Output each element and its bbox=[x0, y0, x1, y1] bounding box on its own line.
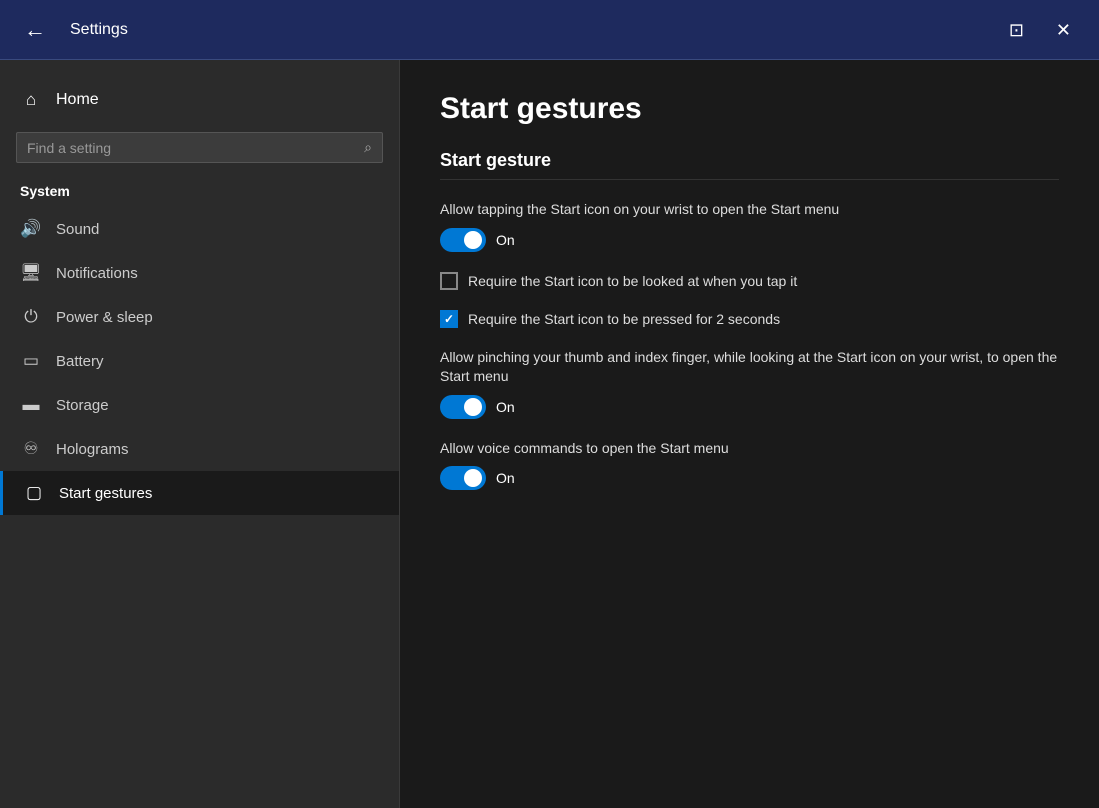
search-input[interactable] bbox=[27, 140, 356, 156]
holograms-icon: ♾ bbox=[20, 439, 42, 459]
sound-icon: 🔊 bbox=[20, 219, 42, 239]
power-icon: ⏻ bbox=[20, 307, 42, 327]
sidebar-item-label: Sound bbox=[56, 221, 99, 238]
sidebar-item-home[interactable]: ⌂ Home bbox=[0, 80, 399, 120]
pinch-desc: Allow pinching your thumb and index fing… bbox=[440, 348, 1059, 387]
restore-button[interactable]: ⊡ bbox=[997, 17, 1036, 43]
sidebar-item-power[interactable]: ⏻ Power & sleep bbox=[0, 295, 399, 339]
close-button[interactable]: ✕ bbox=[1044, 17, 1083, 43]
sidebar-item-label: Holograms bbox=[56, 441, 129, 458]
titlebar-title: Settings bbox=[70, 21, 997, 39]
sidebar: ⌂ Home ⌕ System 🔊 Sound 🖥 Notifications … bbox=[0, 60, 400, 808]
search-icon: ⌕ bbox=[364, 139, 372, 156]
page-title: Start gestures bbox=[440, 92, 1059, 126]
voice-toggle-label: On bbox=[496, 470, 515, 486]
sidebar-item-label: Battery bbox=[56, 353, 104, 370]
tap-start-toggle[interactable] bbox=[440, 228, 486, 252]
setting-pinch: Allow pinching your thumb and index fing… bbox=[440, 348, 1059, 419]
pinch-toggle-row: On bbox=[440, 395, 1059, 419]
system-section-label: System bbox=[0, 175, 399, 207]
sidebar-item-holograms[interactable]: ♾ Holograms bbox=[0, 427, 399, 471]
press-2s-checkbox-row: Require the Start icon to be pressed for… bbox=[440, 310, 1059, 328]
tap-start-toggle-row: On bbox=[440, 228, 1059, 252]
titlebar-controls: ⊡ ✕ bbox=[997, 17, 1083, 43]
voice-toggle[interactable] bbox=[440, 466, 486, 490]
sidebar-item-storage[interactable]: ▬ Storage bbox=[0, 383, 399, 427]
setting-tap-start: Allow tapping the Start icon on your wri… bbox=[440, 200, 1059, 252]
home-icon: ⌂ bbox=[20, 90, 42, 110]
setting-press-2s: Require the Start icon to be pressed for… bbox=[440, 310, 1059, 328]
pinch-toggle-label: On bbox=[496, 399, 515, 415]
voice-desc: Allow voice commands to open the Start m… bbox=[440, 439, 1059, 459]
sidebar-item-label: Power & sleep bbox=[56, 309, 153, 326]
sidebar-search: ⌕ bbox=[16, 132, 383, 163]
sidebar-item-start-gestures[interactable]: ▢ Start gestures bbox=[0, 471, 399, 515]
tap-start-desc: Allow tapping the Start icon on your wri… bbox=[440, 200, 1059, 220]
sidebar-home-label: Home bbox=[56, 91, 99, 109]
notifications-icon: 🖥 bbox=[20, 263, 42, 283]
start-gestures-icon: ▢ bbox=[23, 483, 45, 503]
sidebar-item-notifications[interactable]: 🖥 Notifications bbox=[0, 251, 399, 295]
look-at-checkbox-row: Require the Start icon to be looked at w… bbox=[440, 272, 1059, 290]
main-container: ⌂ Home ⌕ System 🔊 Sound 🖥 Notifications … bbox=[0, 60, 1099, 808]
storage-icon: ▬ bbox=[20, 395, 42, 415]
battery-icon: ▭ bbox=[20, 351, 42, 371]
sidebar-item-label: Notifications bbox=[56, 265, 138, 282]
setting-look-at: Require the Start icon to be looked at w… bbox=[440, 272, 1059, 290]
sidebar-item-sound[interactable]: 🔊 Sound bbox=[0, 207, 399, 251]
press-2s-checkbox[interactable] bbox=[440, 310, 458, 328]
back-button[interactable]: ← bbox=[16, 15, 54, 45]
sidebar-item-label: Storage bbox=[56, 397, 109, 414]
press-2s-label: Require the Start icon to be pressed for… bbox=[468, 311, 780, 327]
tap-start-toggle-label: On bbox=[496, 232, 515, 248]
sidebar-item-label: Start gestures bbox=[59, 485, 152, 502]
content-area: Start gestures Start gesture Allow tappi… bbox=[400, 60, 1099, 808]
pinch-toggle[interactable] bbox=[440, 395, 486, 419]
section-heading: Start gesture bbox=[440, 150, 1059, 180]
voice-toggle-row: On bbox=[440, 466, 1059, 490]
setting-voice: Allow voice commands to open the Start m… bbox=[440, 439, 1059, 491]
titlebar: ← Settings ⊡ ✕ bbox=[0, 0, 1099, 60]
look-at-checkbox[interactable] bbox=[440, 272, 458, 290]
look-at-label: Require the Start icon to be looked at w… bbox=[468, 273, 797, 289]
sidebar-item-battery[interactable]: ▭ Battery bbox=[0, 339, 399, 383]
